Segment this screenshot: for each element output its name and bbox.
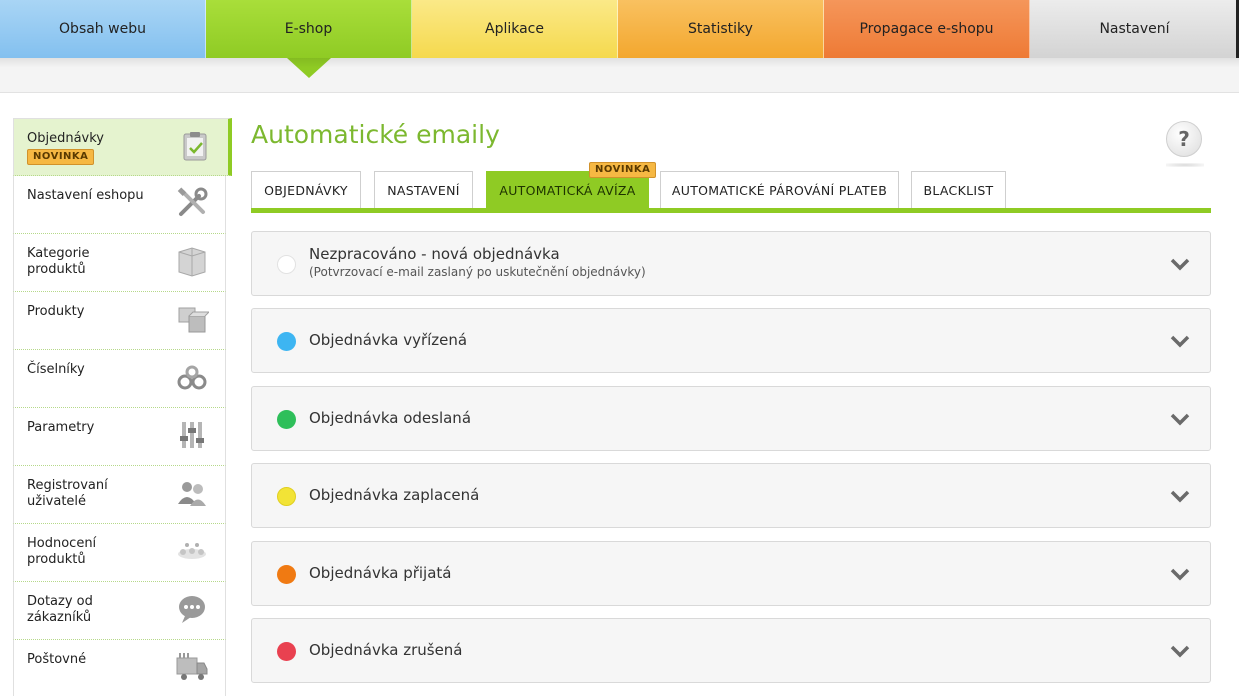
help-shadow [1166,163,1204,167]
email-item-zrusena[interactable]: Objednávka zrušená [251,618,1211,683]
help-button[interactable]: ? [1166,121,1202,157]
email-item-title: Objednávka zaplacená [309,486,480,504]
chevron-down-icon[interactable] [1170,411,1190,427]
email-item-title: Objednávka odeslaná [309,409,472,427]
nav-shadow [0,58,1239,68]
nav-tab-obsah-webu[interactable]: Obsah webu [0,0,206,58]
sidebar-item-label: Registrovaní uživatelé [27,478,108,509]
tab-label: OBJEDNÁVKY [264,182,348,198]
nav-tab-statistiky[interactable]: Statistiky [618,0,824,58]
status-dot [277,332,296,351]
email-item-zaplacena[interactable]: Objednávka zaplacená [251,463,1211,528]
new-badge: NOVINKA [27,149,95,165]
tab-label: AUTOMATICKÁ AVÍZA [499,182,636,198]
tools-icon [177,187,208,216]
main-navigation: Obsah webu E-shop Aplikace Statistiky Pr… [0,0,1239,78]
sliders-icon [180,422,204,448]
sidebar-item-label: Produkty [27,304,85,319]
email-item-vyrizena[interactable]: Objednávka vyřízená [251,308,1211,373]
main-panel: Objednávky NOVINKA Nastavení eshopu Kate… [0,92,1239,696]
chat-icon [179,596,205,623]
tab-blacklist[interactable]: BLACKLIST [911,171,1006,208]
tab-label: NASTAVENÍ [387,182,460,198]
sidebar-item-objednavky[interactable]: Objednávky NOVINKA [13,118,232,176]
sidebar-item-label: Číselníky [27,362,85,377]
chevron-down-icon[interactable] [1170,256,1190,272]
sidebar-item-postovne[interactable]: Poštovné [13,640,226,696]
boxes-icon [178,307,209,333]
tab-new-badge: NOVINKA [589,162,657,178]
sidebar-item-uzivatele[interactable]: Registrovaní uživatelé [13,466,226,524]
subtabs-bar: OBJEDNÁVKY NASTAVENÍ AUTOMATICKÁ AVÍZA A… [251,171,1211,213]
chevron-down-icon[interactable] [1170,488,1190,504]
sidebar-item-label: Poštovné [27,652,87,667]
tab-objednavky[interactable]: OBJEDNÁVKY [251,171,361,208]
sidebar-item-label: Parametry [27,420,95,435]
email-item-prijata[interactable]: Objednávka přijatá [251,541,1211,606]
nav-tab-e-shop[interactable]: E-shop [206,0,412,78]
email-item-description: (Potvrzovací e-mail zaslaný po uskutečně… [309,265,646,279]
sidebar-item-dotazy[interactable]: Dotazy od zákazníků [13,582,226,640]
nav-tab-label: Statistiky [688,21,753,37]
sidebar-item-label: Objednávky [27,131,105,146]
category-icon [178,247,206,277]
email-item-title: Nezpracováno - nová objednávka [309,245,560,263]
email-item-nezpracovano[interactable]: Nezpracováno - nová objednávka (Potvrzov… [251,231,1211,296]
nav-tab-label: Propagace e-shopu [859,21,994,37]
status-dot [277,642,296,661]
chevron-down-icon[interactable] [1170,566,1190,582]
chevron-down-icon[interactable] [1170,333,1190,349]
truck-icon [176,653,208,680]
sidebar-item-label: Dotazy od zákazníků [27,594,93,625]
nav-tab-propagace[interactable]: Propagace e-shopu [824,0,1030,58]
gears-icon [177,365,207,390]
sidebar-item-label: Hodnocení produktů [27,536,97,567]
tab-label: AUTOMATICKÉ PÁROVÁNÍ PLATEB [671,182,888,198]
page-title: Automatické emaily [251,120,500,149]
sidebar: Objednávky NOVINKA Nastavení eshopu Kate… [13,118,232,696]
sidebar-item-ciselniky[interactable]: Číselníky [13,350,226,408]
status-dot [277,255,296,274]
sidebar-item-nastaveni-eshopu[interactable]: Nastavení eshopu [13,176,226,234]
email-item-title: Objednávka zrušená [309,641,463,659]
nav-tab-aplikace[interactable]: Aplikace [412,0,618,58]
sidebar-item-produkty[interactable]: Produkty [13,292,226,350]
tab-parovani-plateb[interactable]: AUTOMATICKÉ PÁROVÁNÍ PLATEB [660,171,899,208]
chevron-down-icon[interactable] [1170,643,1190,659]
rating-icon [178,543,206,559]
tab-label: BLACKLIST [923,182,994,198]
nav-tab-label: Obsah webu [59,21,146,37]
nav-tab-label: Aplikace [485,21,544,37]
sidebar-item-kategorie[interactable]: Kategorie produktů [13,234,226,292]
sidebar-item-parametry[interactable]: Parametry [13,408,226,466]
sidebar-item-hodnoceni[interactable]: Hodnocení produktů [13,524,226,582]
help-icon: ? [1178,127,1190,151]
users-icon [178,482,206,506]
status-dot [277,410,296,429]
sidebar-item-label: Nastavení eshopu [27,188,144,203]
sidebar-item-label: Kategorie produktů [27,246,90,277]
nav-tab-nastaveni[interactable]: Nastavení [1030,0,1239,58]
clipboard-icon [183,132,207,161]
email-item-title: Objednávka vyřízená [309,331,468,349]
status-dot [277,487,296,506]
tab-nastaveni[interactable]: NASTAVENÍ [374,171,473,208]
status-dot [277,565,296,584]
email-item-odeslana[interactable]: Objednávka odeslaná [251,386,1211,451]
nav-tab-label: E-shop [284,21,333,37]
nav-tab-label: Nastavení [1099,21,1170,37]
email-item-title: Objednávka přijatá [309,564,452,582]
